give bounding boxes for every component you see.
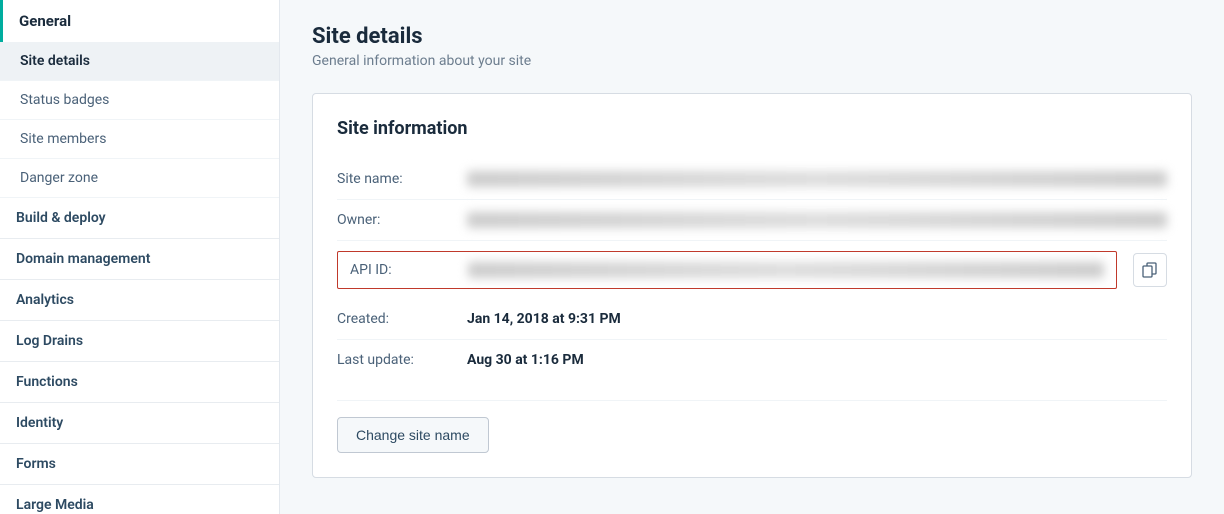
sidebar-category-build-deploy[interactable]: Build & deploy [0,198,279,239]
copy-icon [1142,262,1158,278]
sidebar-section-general[interactable]: General [0,0,279,42]
action-section: Change site name [337,400,1167,453]
card-title: Site information [337,118,1167,139]
sidebar-category-domain-management[interactable]: Domain management [0,239,279,280]
sidebar-category-functions[interactable]: Functions [0,362,279,403]
sidebar-category-forms[interactable]: Forms [0,444,279,485]
owner-value [467,212,1167,228]
change-site-name-button[interactable]: Change site name [337,417,489,453]
site-name-row: Site name: [337,159,1167,200]
owner-row: Owner: [337,200,1167,241]
sidebar-item-site-details[interactable]: Site details [0,42,279,81]
sidebar-category-identity[interactable]: Identity [0,403,279,444]
sidebar-item-danger-zone[interactable]: Danger zone [0,159,279,198]
page-subtitle: General information about your site [312,53,1192,69]
sidebar-item-site-members[interactable]: Site members [0,120,279,159]
last-update-label: Last update: [337,352,467,368]
sidebar-category-large-media[interactable]: Large Media [0,485,279,514]
info-rows: Site name: Owner: API ID: [337,159,1167,380]
last-update-value: Aug 30 at 1:16 PM [467,352,1167,368]
sidebar: General Site details Status badges Site … [0,0,280,514]
api-id-row: API ID: [337,251,1117,289]
owner-label: Owner: [337,212,467,228]
sidebar-category-analytics[interactable]: Analytics [0,280,279,321]
main-content: Site details General information about y… [280,0,1224,514]
created-row: Created: Jan 14, 2018 at 9:31 PM [337,299,1167,340]
site-information-card: Site information Site name: Owner: API I… [312,93,1192,478]
sidebar-section-label: General [19,12,71,30]
api-id-label: API ID: [350,262,468,278]
sidebar-item-status-badges[interactable]: Status badges [0,81,279,120]
site-name-label: Site name: [337,171,467,187]
site-name-value [467,171,1167,187]
copy-api-id-button[interactable] [1133,253,1167,287]
created-value: Jan 14, 2018 at 9:31 PM [467,311,1167,327]
created-label: Created: [337,311,467,327]
last-update-row: Last update: Aug 30 at 1:16 PM [337,340,1167,380]
page-title: Site details [312,24,1192,49]
sidebar-category-log-drains[interactable]: Log Drains [0,321,279,362]
api-id-value [468,262,1104,278]
